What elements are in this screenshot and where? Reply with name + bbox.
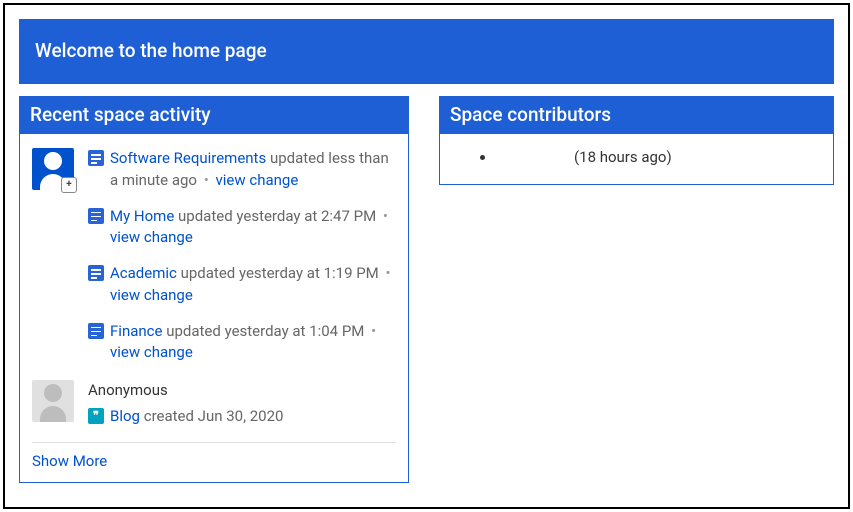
activity-author-group: Anonymous ❞ Blog created Jun 30, 2020	[32, 380, 396, 428]
activity-line: Finance updated yesterday at 1:04 PM • v…	[110, 321, 396, 365]
divider	[32, 442, 396, 443]
contributors-title: Space contributors	[450, 103, 611, 126]
page-container: Welcome to the home page Recent space ac…	[3, 3, 850, 509]
activity-entry: Software Requirements updated less than …	[88, 148, 396, 192]
activity-meta: updated yesterday at 2:47 PM	[178, 207, 376, 225]
activity-group: + Software Requirements updated less tha…	[32, 148, 396, 378]
view-change-link[interactable]: view change	[215, 171, 298, 189]
activity-entry: Finance updated yesterday at 1:04 PM • v…	[88, 321, 396, 365]
activity-line: Academic updated yesterday at 1:19 PM • …	[110, 263, 396, 307]
page-link[interactable]: My Home	[110, 207, 174, 225]
page-link[interactable]: Blog	[110, 407, 140, 425]
contributors-list: (18 hours ago)	[452, 148, 821, 166]
page-link[interactable]: Software Requirements	[110, 149, 266, 167]
separator-dot: •	[204, 171, 209, 189]
separator-dot: •	[383, 207, 388, 225]
contributors-panel: Space contributors (18 hours ago)	[439, 96, 834, 185]
avatar-add-badge-icon: +	[61, 177, 77, 193]
activity-meta: updated yesterday at 1:04 PM	[166, 322, 364, 340]
show-more-link[interactable]: Show More	[32, 452, 107, 470]
recent-activity-title: Recent space activity	[30, 103, 211, 126]
right-column: Space contributors (18 hours ago)	[439, 96, 834, 483]
author-entries: Anonymous ❞ Blog created Jun 30, 2020	[88, 380, 396, 428]
content-columns: Recent space activity +	[19, 96, 834, 483]
view-change-link[interactable]: view change	[110, 343, 193, 361]
entries-list: Software Requirements updated less than …	[88, 148, 396, 378]
avatar-column: +	[32, 148, 88, 190]
contributor-time: (18 hours ago)	[574, 148, 672, 166]
page-icon	[88, 265, 104, 281]
page-icon	[88, 208, 104, 224]
page-link[interactable]: Academic	[110, 264, 177, 282]
recent-activity-header: Recent space activity	[20, 97, 408, 134]
contributors-header: Space contributors	[440, 97, 833, 134]
view-change-link[interactable]: view change	[110, 286, 193, 304]
recent-activity-panel: Recent space activity +	[19, 96, 409, 483]
activity-entry: Academic updated yesterday at 1:19 PM • …	[88, 263, 396, 307]
contributors-body: (18 hours ago)	[440, 134, 833, 184]
avatar-column	[32, 380, 88, 422]
separator-dot: •	[371, 322, 376, 340]
page-link[interactable]: Finance	[110, 322, 162, 340]
activity-entry: My Home updated yesterday at 2:47 PM • v…	[88, 206, 396, 250]
view-change-link[interactable]: view change	[110, 228, 193, 246]
separator-dot: •	[386, 264, 391, 282]
activity-line: Software Requirements updated less than …	[110, 148, 396, 192]
author-name: Anonymous	[88, 380, 396, 402]
activity-meta: updated yesterday at 1:19 PM	[181, 264, 379, 282]
contributor-item: (18 hours ago)	[496, 148, 821, 166]
activity-line: My Home updated yesterday at 2:47 PM • v…	[110, 206, 396, 250]
activity-entry: ❞ Blog created Jun 30, 2020	[88, 406, 396, 428]
anonymous-avatar-icon	[32, 380, 74, 422]
banner-title: Welcome to the home page	[35, 39, 267, 62]
activity-meta: created Jun 30, 2020	[144, 407, 284, 425]
user-avatar-icon: +	[32, 148, 74, 190]
recent-activity-body: + Software Requirements updated less tha…	[20, 134, 408, 482]
banner: Welcome to the home page	[19, 19, 834, 84]
blog-icon: ❞	[88, 408, 104, 424]
page-icon	[88, 150, 104, 166]
left-column: Recent space activity +	[19, 96, 409, 483]
page-icon	[88, 323, 104, 339]
activity-line: Blog created Jun 30, 2020	[110, 406, 283, 428]
